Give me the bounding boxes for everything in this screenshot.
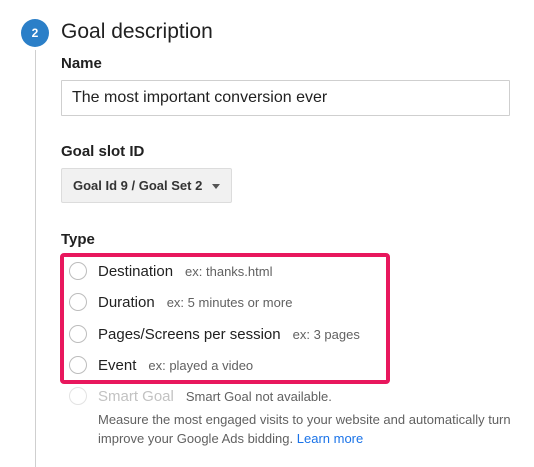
radio-button[interactable] — [69, 325, 87, 343]
type-option-duration[interactable]: Duration ex: 5 minutes or more — [69, 292, 292, 312]
type-option-event[interactable]: Event ex: played a video — [69, 355, 253, 375]
section-title: Goal description — [61, 20, 213, 43]
type-label: Type — [61, 231, 95, 248]
radio-button[interactable] — [69, 356, 87, 374]
step-number-badge: 2 — [21, 19, 49, 47]
radio-button[interactable] — [69, 293, 87, 311]
name-label: Name — [61, 55, 102, 72]
goal-slot-selected-value: Goal Id 9 / Goal Set 2 — [73, 178, 203, 193]
goal-setup-page: 2 Goal description Name Goal slot ID Goa… — [0, 0, 534, 467]
smart-goal-label: Smart Goal — [98, 387, 174, 405]
type-option-label: Event — [98, 356, 137, 374]
type-option-example: ex: thanks.html — [185, 263, 273, 279]
chevron-down-icon — [212, 184, 220, 189]
type-option-label: Pages/Screens per session — [98, 325, 281, 343]
goal-slot-label: Goal slot ID — [61, 143, 145, 160]
smart-goal-description-line: Measure the most engaged visits to your … — [98, 412, 511, 427]
goal-slot-dropdown[interactable]: Goal Id 9 / Goal Set 2 — [61, 168, 232, 203]
radio-button-disabled — [69, 387, 87, 405]
type-option-destination[interactable]: Destination ex: thanks.html — [69, 261, 272, 281]
step-connector-line — [35, 50, 36, 467]
type-option-example: ex: 5 minutes or more — [166, 294, 293, 310]
smart-goal-description-text: improve your Google Ads bidding. — [98, 431, 294, 446]
type-option-pages-per-session[interactable]: Pages/Screens per session ex: 3 pages — [69, 324, 360, 344]
type-option-smart-goal: Smart Goal Smart Goal not available. — [69, 386, 332, 406]
type-option-example: ex: played a video — [148, 357, 254, 373]
radio-button[interactable] — [69, 262, 87, 280]
smart-goal-description: Measure the most engaged visits to your … — [98, 410, 534, 448]
goal-name-input[interactable] — [61, 80, 510, 116]
type-option-label: Duration — [98, 293, 155, 311]
smart-goal-status: Smart Goal not available. — [185, 388, 332, 404]
type-option-label: Destination — [98, 262, 174, 280]
learn-more-link[interactable]: Learn more — [297, 431, 363, 446]
type-option-example: ex: 3 pages — [292, 326, 360, 342]
smart-goal-description-line-2: improve your Google Ads bidding. Learn m… — [98, 429, 534, 448]
